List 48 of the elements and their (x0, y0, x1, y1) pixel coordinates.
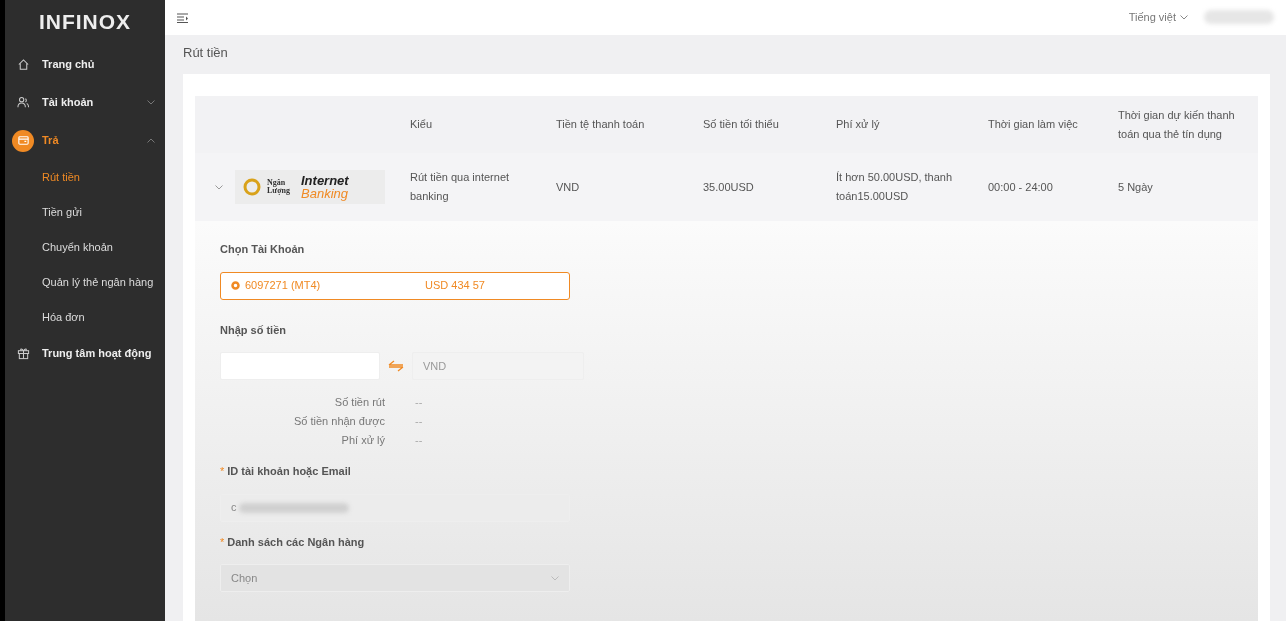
column-header: Kiểu (410, 117, 434, 133)
table-cell-text: 5 Ngày (1118, 179, 1154, 195)
field-label: Chọn Tài Khoản (220, 242, 306, 258)
chevron-icon[interactable] (215, 184, 223, 190)
users-icon (16, 96, 30, 109)
field-label: * ID tài khoản hoặc Email (220, 464, 352, 480)
summary-label: Số tiền rút (333, 395, 385, 410)
column-header: Thời gian làm việc (988, 117, 1079, 133)
submenu-item[interactable]: Rút tiền (5, 159, 165, 195)
nav-item[interactable]: Trang chủ (5, 45, 165, 84)
chevron-icon (551, 575, 559, 581)
column-header: Thời gian dự kiến thanh toán qua thẻ tín dụng (1118, 107, 1236, 142)
submenu-item[interactable]: Hóa đơn (5, 299, 165, 335)
chevron-icon (1180, 14, 1188, 20)
nav-item[interactable]: Trả (5, 121, 165, 160)
chevron-icon (147, 100, 155, 105)
home-icon (16, 58, 30, 71)
submenu-item[interactable]: Tiền gửi (5, 194, 165, 230)
nav-item[interactable]: Tài khoản (5, 83, 165, 122)
summary-value: -- (415, 395, 423, 410)
table-cell-text: 35.00USD (703, 179, 755, 195)
gift-icon (16, 347, 30, 360)
table-cell-text: VND (556, 179, 581, 195)
submenu-item[interactable]: Quản lý thẻ ngân hàng (5, 264, 165, 300)
wallet-icon (16, 134, 30, 147)
column-header: Tiền tệ thanh toán (556, 117, 646, 133)
column-header: Phí xử lý (836, 117, 881, 133)
page-title: Rút tiền (182, 43, 229, 62)
summary-value: -- (415, 433, 423, 448)
summary-value: -- (415, 414, 423, 429)
summary-label: Số tiền nhận được (292, 414, 385, 429)
table-cell-text: Ít hơn 50.00USD, thanh toán15.00USD (836, 170, 954, 204)
currency-field: VND (412, 352, 584, 380)
bank-logo: Ngân Lượng Internet Banking (235, 170, 385, 204)
redacted-username (1204, 10, 1274, 25)
field-label: * Danh sách các Ngân hàng (220, 534, 366, 550)
radio-icon (231, 281, 240, 290)
field-label: Nhập số tiền (220, 322, 287, 338)
submenu-item[interactable]: Chuyển khoản (5, 229, 165, 265)
table-cell-text: 00:00 - 24:00 (988, 179, 1054, 195)
brand-logo: INFINOX (37, 9, 133, 35)
nav-item[interactable]: Trung tâm hoạt động (5, 334, 165, 373)
language-selector[interactable]: Tiếng việt (1128, 9, 1188, 26)
exchange-icon[interactable] (388, 360, 404, 372)
chevron-icon (147, 138, 155, 143)
column-header: Số tiền tối thiểu (703, 117, 780, 133)
table-cell-text: Rút tiền qua internet banking (410, 170, 511, 204)
summary-label: Phí xử lý (340, 433, 385, 448)
